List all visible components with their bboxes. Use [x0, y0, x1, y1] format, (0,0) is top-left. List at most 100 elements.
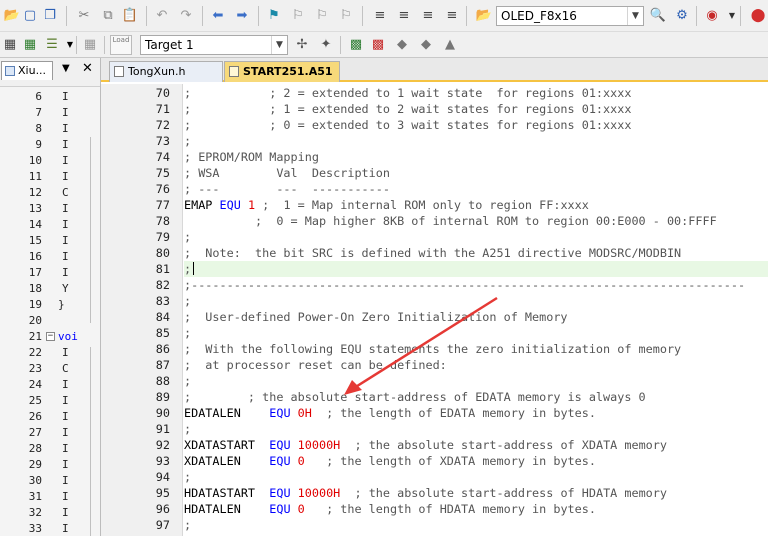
line-number: 70: [155, 86, 170, 100]
line-number: 15: [28, 234, 42, 247]
line-number: 77: [155, 198, 170, 212]
pack-update-icon[interactable]: ◆: [418, 37, 434, 53]
standard-toolbar: 📂 ▢ ❐ ✂ ⧉ 📋 ↶ ↷ ⬅ ➡ ⚑ ⚐ ⚐ ⚐ ≡ ≡ ≡ ≡ 📂 OL…: [0, 0, 768, 32]
stop-build-icon[interactable]: ▦: [82, 37, 98, 53]
project-code-list[interactable]: 6 I 7 I 8 I 9 I 10 I 11 I 12 C 13 I 14 I 15 I 16 I 17 I 18 Y 19} 20…: [0, 86, 100, 536]
nav-forward-icon[interactable]: ➡: [234, 8, 250, 24]
line-number: 16: [28, 250, 42, 263]
project-code-row: 17 I: [0, 265, 100, 281]
code-line: ; ; 0 = extended to 3 wait states for re…: [184, 117, 768, 133]
bookmark-icon[interactable]: ⚑: [266, 8, 282, 24]
identifier-token: [291, 406, 298, 420]
line-number: 25: [28, 394, 42, 407]
comment-token: ; ; the absolute start-address of EDATA …: [184, 390, 646, 404]
save-all-icon[interactable]: ❐: [42, 8, 58, 24]
project-code-row: 9I: [0, 137, 100, 153]
uncomment-icon[interactable]: ≡: [444, 8, 460, 24]
tab-project-file[interactable]: Xiu...: [1, 61, 53, 80]
project-code-row: 16 I: [0, 249, 100, 265]
paste-icon[interactable]: 📋: [122, 8, 138, 24]
comment-token: ; the absolute start-address of XDATA me…: [340, 438, 667, 452]
line-number: 78: [155, 214, 170, 228]
close-icon[interactable]: ✕: [82, 61, 93, 76]
pane-menu-icon[interactable]: ▼: [62, 63, 70, 74]
file-combo[interactable]: OLED_F8x16 ▼: [496, 6, 644, 26]
tab-start251-a51[interactable]: START251.A51: [224, 61, 340, 82]
copy-icon[interactable]: ⧉: [100, 8, 116, 24]
tab-tongxun-h[interactable]: TongXun.h: [109, 61, 223, 82]
line-number: 8: [35, 122, 42, 135]
comment-token: ;: [184, 134, 192, 148]
comment-token: ; at processor reset can be defined:: [184, 358, 447, 372]
target-combo[interactable]: Target 1 ▼: [140, 35, 288, 55]
project-code-row: 20: [0, 313, 100, 329]
code-editor[interactable]: ; ; 2 = extended to 1 wait state for reg…: [184, 84, 768, 536]
line-number: 24: [28, 378, 42, 391]
identifier-token: HDATASTART: [184, 486, 270, 500]
line-number: 87: [155, 358, 170, 372]
configure-icon[interactable]: ⚙: [674, 8, 690, 24]
code-text: I: [62, 490, 69, 503]
line-number: 97: [155, 518, 170, 532]
target-options-icon[interactable]: ✢: [294, 37, 310, 53]
line-number: 79: [155, 230, 170, 244]
download-button[interactable]: Load: [110, 35, 132, 55]
comment-icon[interactable]: ≡: [420, 8, 436, 24]
cut-icon[interactable]: ✂: [76, 8, 92, 24]
code-line: XDATALEN EQU 0 ; the length of XDATA mem…: [184, 453, 768, 469]
line-number: 30: [28, 474, 42, 487]
search-dropdown-icon[interactable]: ▼: [724, 8, 740, 24]
unindent-icon[interactable]: ≡: [396, 8, 412, 24]
select-packs-icon[interactable]: ▩: [370, 37, 386, 53]
find-icon[interactable]: 🔍: [650, 8, 666, 24]
nav-back-icon[interactable]: ⬅: [210, 8, 226, 24]
comment-token: ;: [184, 518, 192, 532]
open-folder-icon[interactable]: 📂: [4, 8, 20, 24]
comment-token: ; ; 2 = extended to 1 wait state for reg…: [184, 86, 632, 100]
line-number: 82: [155, 278, 170, 292]
code-line: HDATASTART EQU 10000H ; the absolute sta…: [184, 485, 768, 501]
undo-icon[interactable]: ↶: [154, 8, 170, 24]
code-line: ; --- --- -----------: [184, 181, 768, 197]
code-line: ;: [184, 261, 768, 277]
line-number: 84: [155, 310, 170, 324]
code-text: I: [62, 170, 69, 183]
code-line: ;: [184, 421, 768, 437]
debug-start-icon[interactable]: ⬤: [750, 8, 766, 24]
pack-installer-icon[interactable]: ◆: [394, 37, 410, 53]
search-icon[interactable]: ◉: [704, 8, 720, 24]
identifier-token: EDATALEN: [184, 406, 270, 420]
prev-bookmark-icon[interactable]: ⚐: [290, 8, 306, 24]
redo-icon[interactable]: ↷: [178, 8, 194, 24]
pack-icon[interactable]: ▲: [442, 37, 458, 53]
comment-token: ;: [184, 470, 192, 484]
code-text: I: [62, 234, 69, 247]
magic-wand-icon[interactable]: ✦: [318, 37, 334, 53]
tab-project-file-label: Xiu...: [18, 64, 47, 77]
comment-token: ; User-defined Power-On Zero Initializat…: [184, 310, 568, 324]
indent-icon[interactable]: ≡: [372, 8, 388, 24]
project-code-row: 21 voi −: [0, 329, 100, 345]
editor-tabstrip: TongXun.h START251.A51: [101, 58, 768, 82]
comment-token: ; EPROM/ROM Mapping: [184, 150, 319, 164]
code-text: I: [62, 90, 69, 103]
line-number: 26: [28, 410, 42, 423]
translate-icon[interactable]: ▦: [2, 37, 18, 53]
rebuild-icon[interactable]: ☰: [44, 37, 60, 53]
comment-token: ; the length of HDATA memory in bytes.: [304, 502, 596, 516]
line-number: 76: [155, 182, 170, 196]
clear-bookmarks-icon[interactable]: ⚐: [338, 8, 354, 24]
code-line: ; WSA Val Description: [184, 165, 768, 181]
fold-toggle-icon[interactable]: −: [46, 332, 55, 341]
project-code-row: 19}: [0, 297, 100, 313]
line-number: 12: [28, 186, 42, 199]
project-code-row: 29 I: [0, 457, 100, 473]
save-icon[interactable]: ▢: [22, 8, 38, 24]
build-icon[interactable]: ▦: [22, 37, 38, 53]
next-bookmark-icon[interactable]: ⚐: [314, 8, 330, 24]
manage-components-icon[interactable]: ▩: [348, 37, 364, 53]
find-in-files-icon[interactable]: 📂: [476, 8, 492, 24]
project-code-row: 27 I: [0, 425, 100, 441]
line-number: 6: [35, 90, 42, 103]
line-number: 10: [28, 154, 42, 167]
